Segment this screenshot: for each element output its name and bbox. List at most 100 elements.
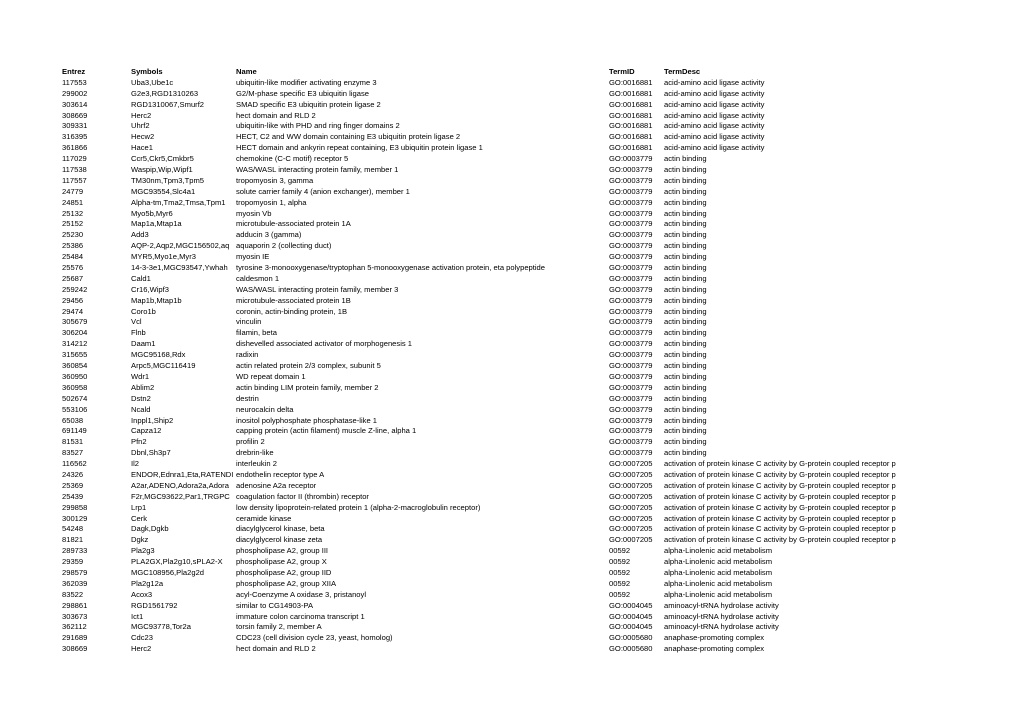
cell-name: WD repeat domain 1 [236,371,306,381]
cell-name: actin binding LIM protein family, member… [236,382,379,392]
cell-entrez: 299858 [62,502,88,512]
cell-entrez: 362039 [62,578,88,588]
cell-symbols: Pla2g12a [131,578,164,588]
cell-termid: GO:0004045 [609,611,653,621]
cell-termid: GO:0003779 [609,208,653,218]
cell-entrez: 29474 [62,306,84,316]
cell-name: chemokine (C-C motif) receptor 5 [236,154,349,164]
cell-symbols: Uhrf2 [131,121,150,131]
cell-entrez: 291689 [62,633,88,643]
cell-termdesc: actin binding [664,263,707,273]
cell-symbols: Map1b,Mtap1b [131,295,182,305]
cell-termid: GO:0016881 [609,132,653,142]
cell-name: caldesmon 1 [236,273,280,283]
cell-entrez: 83527 [62,448,84,458]
cell-termid: GO:0003779 [609,284,653,294]
cell-entrez: 303614 [62,99,88,109]
cell-termdesc: actin binding [664,154,707,164]
cell-termdesc: actin binding [664,230,707,240]
cell-symbols: Dagk,Dgkb [131,524,169,534]
cell-entrez: 316395 [62,132,88,142]
cell-termid: GO:0003779 [609,448,653,458]
cell-termdesc: activation of protein kinase C activity … [664,502,896,512]
cell-termdesc: actin binding [664,371,707,381]
cell-entrez: 117029 [62,154,87,164]
cell-name: coronin, actin-binding protein, 1B [236,306,348,316]
cell-symbols: Hace1 [131,143,153,153]
cell-symbols: Cr16,Wipf3 [131,284,169,294]
cell-entrez: 24779 [62,186,84,196]
cell-symbols: Pfn2 [131,437,147,447]
cell-name: hect domain and RLD 2 [236,110,316,120]
cell-termid: 00592 [609,557,631,567]
cell-name: CDC23 (cell division cycle 23, yeast, ho… [236,633,393,643]
cell-termdesc: acid-amino acid ligase activity [664,132,765,142]
cell-symbols: Alpha-tm,Tma2,Tmsa,Tpm1 [131,197,226,207]
cell-name: neurocalcin delta [236,404,294,414]
cell-symbols: Myo5b,Myr6 [131,208,173,218]
cell-entrez: 25369 [62,480,84,490]
cell-termid: GO:0003779 [609,197,653,207]
cell-name: vinculin [236,317,262,327]
cell-termid: GO:0007205 [609,524,653,534]
cell-name: diacylglycerol kinase, beta [236,524,325,534]
cell-entrez: 306204 [62,328,88,338]
cell-termdesc: anaphase-promoting complex [664,633,765,643]
cell-symbols: RGD1561792 [131,600,178,610]
cell-symbols: Herc2 [131,110,152,120]
cell-name: dishevelled associated activator of morp… [236,339,413,349]
cell-name: microtubule-associated protein 1B [236,295,351,305]
cell-entrez: 29456 [62,295,84,305]
cell-entrez: 289733 [62,546,88,556]
cell-name: diacylglycerol kinase zeta [236,535,323,545]
cell-name: acyl-Coenzyme A oxidase 3, pristanoyl [236,589,367,599]
cell-termdesc: aminoacyl-tRNA hydrolase activity [664,622,779,632]
cell-termid: GO:0003779 [609,165,653,175]
cell-symbols: Waspip,Wip,Wipf1 [131,165,193,175]
cell-symbols: Vcl [131,317,142,327]
cell-termdesc: alpha-Linolenic acid metabolism [664,546,773,556]
cell-termdesc: actin binding [664,339,707,349]
cell-entrez: 116562 [62,459,87,469]
cell-entrez: 25230 [62,230,84,240]
cell-entrez: 308669 [62,644,88,654]
cell-symbols: Il2 [131,459,140,469]
cell-termid: GO:0003779 [609,295,653,305]
cell-termdesc: actin binding [664,186,707,196]
cell-termdesc: aminoacyl-tRNA hydrolase activity [664,611,779,621]
cell-termid: GO:0004045 [609,600,653,610]
cell-entrez: 25132 [62,208,84,218]
cell-termdesc: actin binding [664,197,707,207]
cell-termdesc: actin binding [664,241,707,251]
cell-termid: GO:0003779 [609,393,653,403]
cell-entrez: 117538 [62,165,87,175]
cell-name: myosin Vb [236,208,272,218]
cell-termdesc: alpha-Linolenic acid metabolism [664,557,773,567]
cell-entrez: 25439 [62,491,84,501]
cell-symbols: 14-3-3e1,MGC93547,Ywhah [131,263,228,273]
cell-name: solute carrier family 4 (anion exchanger… [236,186,410,196]
cell-symbols: Acox3 [131,589,153,599]
cell-termdesc: acid-amino acid ligase activity [664,77,765,87]
cell-entrez: 81531 [62,437,84,447]
cell-termid: GO:0007205 [609,469,653,479]
cell-termid: GO:0016881 [609,77,653,87]
cell-symbols: Cdc23 [131,633,153,643]
cell-name: phospholipase A2, group IID [236,567,332,577]
header-symbols: Symbols [131,67,163,76]
cell-entrez: 361866 [62,143,88,153]
cell-entrez: 300129 [62,513,88,523]
cell-name: tropomyosin 3, gamma [236,175,314,185]
cell-name: destrin [236,393,259,403]
cell-entrez: 259242 [62,284,88,294]
cell-termdesc: actin binding [664,219,707,229]
cell-symbols: RGD1310067,Smurf2 [131,99,205,109]
cell-termdesc: actin binding [664,175,707,185]
cell-name: filamin, beta [236,328,277,338]
cell-termdesc: actin binding [664,284,707,294]
cell-termdesc: activation of protein kinase C activity … [664,480,896,490]
cell-symbols: Map1a,Mtap1a [131,219,182,229]
cell-termid: GO:0003779 [609,175,653,185]
cell-termdesc: actin binding [664,426,707,436]
cell-termid: GO:0003779 [609,350,653,360]
